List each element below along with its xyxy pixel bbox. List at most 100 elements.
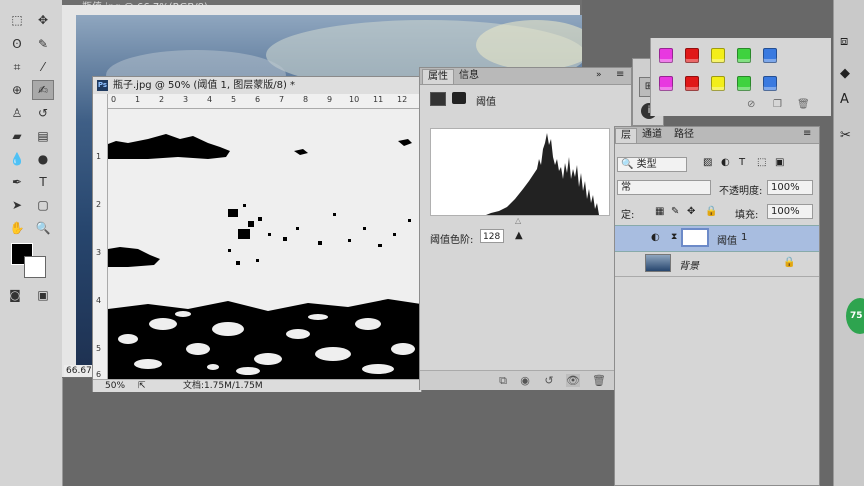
- document-title: 瓶子.jpg @ 50% (阈值 1, 图层蒙版/8) *: [113, 80, 296, 91]
- ruler-left-label: 4: [96, 296, 102, 305]
- mask-link-icon[interactable]: ⧗: [671, 232, 677, 242]
- ruler-left-label: 2: [96, 200, 102, 209]
- clip-to-layer-icon[interactable]: ⧉: [496, 374, 510, 387]
- filter-adjustment-icon[interactable]: ◐: [721, 157, 730, 168]
- doc-zoom-level[interactable]: 50%: [105, 380, 125, 392]
- layer-filter-select[interactable]: 🔍 类型: [617, 157, 687, 172]
- char-dock-icon[interactable]: A: [840, 92, 849, 107]
- layer-thumbnail: [645, 254, 671, 272]
- quick-select-tool-icon[interactable]: ✎: [32, 34, 54, 54]
- tab-properties[interactable]: 属性: [422, 69, 454, 84]
- threshold-histogram[interactable]: [430, 128, 610, 216]
- ruler-top-label: 7: [279, 95, 285, 104]
- blend-mode-select[interactable]: 常: [617, 180, 711, 195]
- layer-mask-thumbnail[interactable]: [681, 228, 709, 247]
- properties-panel: 属性 信息 » ≡ 阈值 △ 阈值色阶: 128 ▲ ⧉ ◉ ↺ 👁 🗑: [419, 67, 632, 390]
- export-icon[interactable]: ⇱: [138, 380, 146, 392]
- adjustment-icon[interactable]: [430, 92, 446, 106]
- style-swatch[interactable]: [737, 48, 751, 63]
- warning-icon: ▲: [515, 230, 523, 241]
- eyedropper-tool-icon[interactable]: ⁄: [32, 57, 54, 77]
- ruler-top-label: 1: [135, 95, 141, 104]
- layer-row-threshold[interactable]: ◐ ⧗ 阈值 1: [615, 225, 819, 252]
- opacity-input[interactable]: 100%: [767, 180, 813, 195]
- ruler-top-label: 10: [349, 95, 360, 104]
- adjustments-dock-icon[interactable]: ⧈: [840, 34, 848, 49]
- layers-menu-icon[interactable]: ≡: [803, 128, 811, 139]
- tools-dock-icon[interactable]: ✂: [840, 128, 851, 143]
- quick-mask-icon[interactable]: ◙: [4, 285, 26, 305]
- fill-input[interactable]: 100%: [767, 204, 813, 219]
- lock-position-icon[interactable]: ✥: [687, 206, 695, 217]
- fill-label: 填充:: [735, 210, 759, 221]
- style-swatch[interactable]: [737, 76, 751, 91]
- delete-style-icon[interactable]: 🗑: [797, 99, 810, 110]
- healing-brush-tool-icon[interactable]: ⊕: [6, 80, 28, 100]
- screen-mode-icon[interactable]: ▣: [32, 285, 54, 305]
- delete-adjustment-icon[interactable]: 🗑: [592, 374, 606, 387]
- filter-smart-icon[interactable]: ▣: [775, 157, 784, 168]
- clear-style-icon[interactable]: ⊘: [747, 99, 755, 110]
- background-color-swatch[interactable]: [24, 256, 46, 278]
- layer-name: 阈值: [717, 236, 737, 247]
- hand-tool-icon[interactable]: ✋: [6, 218, 28, 238]
- filter-type-icon[interactable]: T: [739, 157, 745, 168]
- pen-tool-icon[interactable]: ✒: [6, 172, 28, 192]
- lock-brush-icon[interactable]: ✎: [671, 206, 679, 217]
- lock-pixels-icon[interactable]: ▦: [655, 206, 664, 217]
- panel-menu-icon[interactable]: ≡: [616, 69, 624, 80]
- path-select-tool-icon[interactable]: ➤: [6, 195, 28, 215]
- style-swatch[interactable]: [659, 48, 673, 63]
- style-swatch[interactable]: [659, 76, 673, 91]
- lasso-tool-icon[interactable]: ʘ: [6, 34, 28, 54]
- blur-tool-icon[interactable]: 💧: [6, 149, 28, 169]
- gradient-tool-icon[interactable]: ▤: [32, 126, 54, 146]
- filter-image-icon[interactable]: ▨: [703, 157, 712, 168]
- document-title-bar[interactable]: Ps 瓶子.jpg @ 50% (阈值 1, 图层蒙版/8) *: [93, 77, 421, 95]
- brush-tool-icon[interactable]: ✍: [32, 80, 54, 100]
- ruler-top-label: 3: [183, 95, 189, 104]
- filter-shape-icon[interactable]: ⬚: [757, 157, 766, 168]
- reset-icon[interactable]: ↺: [542, 374, 556, 387]
- zoom-tool-icon[interactable]: 🔍: [32, 218, 54, 238]
- move-tool-icon[interactable]: ✥: [32, 10, 54, 30]
- layer-name-suffix: 1: [741, 232, 748, 243]
- tab-info[interactable]: 信息: [454, 69, 484, 83]
- threshold-slider-icon[interactable]: △: [515, 216, 521, 225]
- type-tool-icon[interactable]: T: [32, 172, 54, 192]
- visibility-icon[interactable]: 👁: [566, 374, 580, 387]
- new-style-icon[interactable]: ❐: [773, 99, 782, 110]
- style-swatch[interactable]: [763, 48, 777, 63]
- marquee-tool-icon[interactable]: ⬚: [6, 10, 28, 30]
- style-swatch[interactable]: [711, 76, 725, 91]
- layer-row-background[interactable]: 背景 🔒: [615, 251, 819, 277]
- style-swatch[interactable]: [685, 76, 699, 91]
- rectangle-tool-icon[interactable]: ▢: [32, 195, 54, 215]
- style-swatch[interactable]: [763, 76, 777, 91]
- view-previous-icon[interactable]: ◉: [518, 374, 532, 387]
- ruler-top-label: 11: [373, 95, 384, 104]
- background-ruler-top: [62, 5, 580, 15]
- threshold-canvas[interactable]: [108, 109, 421, 379]
- history-brush-tool-icon[interactable]: ↺: [32, 103, 54, 123]
- doc-file-info[interactable]: 文档:1.75M/1.75M: [183, 380, 263, 392]
- ruler-left-label: 6: [96, 370, 102, 379]
- dodge-tool-icon[interactable]: ●: [32, 149, 54, 169]
- style-swatch[interactable]: [711, 48, 725, 63]
- layers-panel: 层 通道 路径 ≡ 🔍 类型 ▨ ◐ T ⬚ ▣ 常 不透明度: 100% 定:…: [614, 126, 820, 486]
- tab-layers[interactable]: 层: [615, 128, 637, 143]
- ruler-top[interactable]: 0 1 2 3 4 5 6 7 8 9 10 11 12: [107, 94, 421, 109]
- mask-icon[interactable]: [452, 92, 466, 104]
- style-swatch[interactable]: [685, 48, 699, 63]
- lock-all-icon[interactable]: 🔒: [705, 206, 717, 217]
- collapse-icon[interactable]: »: [596, 70, 602, 80]
- eraser-tool-icon[interactable]: ▰: [6, 126, 28, 146]
- tab-channels[interactable]: 通道: [637, 128, 667, 142]
- tab-paths[interactable]: 路径: [669, 128, 699, 142]
- clone-stamp-tool-icon[interactable]: ♙: [6, 103, 28, 123]
- crop-tool-icon[interactable]: ⌗: [6, 57, 28, 77]
- properties-header-title: 阈值: [476, 97, 496, 108]
- ruler-left[interactable]: 1 2 3 4 5 6: [93, 94, 108, 379]
- threshold-value-input[interactable]: 128: [480, 229, 504, 243]
- styles-dock-icon[interactable]: ◆: [840, 66, 850, 81]
